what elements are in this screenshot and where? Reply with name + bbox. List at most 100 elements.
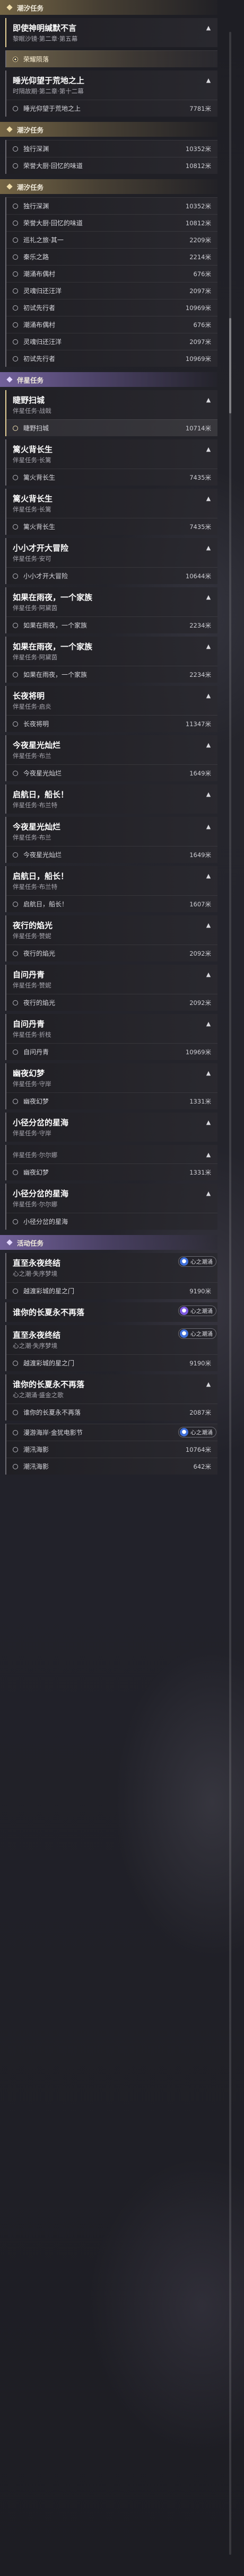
circle-radio-icon[interactable] <box>13 1049 18 1055</box>
circle-radio-icon[interactable] <box>13 1409 18 1415</box>
chevron-up-icon[interactable]: ▲ <box>205 823 212 831</box>
quest-card[interactable]: 如果在雨夜，一个家族 伴星任务·阿黛茵 ▲ 如果在雨夜，一个家族 2234米 <box>5 587 217 633</box>
quest-card[interactable]: 启航日，船长！ 伴星任务·布兰特 ▲ <box>5 784 217 814</box>
quest-step-row[interactable]: 今夜星光灿烂 1649米 <box>6 764 217 781</box>
chevron-up-icon[interactable]: ▲ <box>205 1119 212 1126</box>
quest-card[interactable]: 自问丹青 伴星任务·折枝 ▲ 自问丹青 10969米 <box>5 1014 217 1060</box>
quest-card[interactable]: 今夜星光灿烂 伴星任务·布兰 ▲ 今夜星光灿烂 1649米 <box>5 735 217 781</box>
quest-card-header[interactable]: 幽夜幻梦 伴星任务·守岸 ▲ <box>6 1063 217 1092</box>
quest-card-header[interactable]: 夜行的焰光 伴星任务·赞妮 ▲ <box>6 915 217 945</box>
circle-radio-icon[interactable] <box>13 770 18 776</box>
group-header[interactable]: 伴星任务 <box>0 372 217 387</box>
chevron-up-icon[interactable]: ▲ <box>205 446 212 453</box>
chevron-up-icon[interactable]: ▲ <box>205 1070 212 1077</box>
quest-card-header[interactable]: 自问丹青 伴星任务·赞妮 ▲ <box>6 965 217 994</box>
quest-step-row[interactable]: 如果在雨夜，一个家族 2234米 <box>6 666 217 683</box>
quest-step-row[interactable]: 睡光仰望于荒地之上 7781米 <box>6 100 217 117</box>
circle-radio-icon[interactable] <box>13 721 18 727</box>
circle-radio-icon[interactable] <box>13 146 18 152</box>
chevron-up-icon[interactable]: ▲ <box>205 1381 212 1388</box>
group-header[interactable]: 潮汐任务 <box>0 122 217 137</box>
quest-step-row[interactable]: 今夜星光灿烂 1649米 <box>6 846 217 863</box>
quest-card-header[interactable]: 睡光仰望于荒地之上 时隔故期·第二章·第十二幕 ▲ <box>6 70 217 100</box>
quest-step-row[interactable]: 如果在雨夜，一个家族 2234米 <box>6 616 217 633</box>
quest-card-header[interactable]: 今夜星光灿烂 伴星任务·布兰 ▲ <box>6 735 217 764</box>
circle-radio-icon[interactable] <box>13 1169 18 1175</box>
circle-radio-icon[interactable] <box>13 163 18 169</box>
chevron-up-icon[interactable]: ▲ <box>205 742 212 749</box>
circle-radio-icon[interactable] <box>13 237 18 243</box>
quest-card[interactable]: 独行深渊 10352米 荣誉大厨·回忆的味道 10812米 <box>5 140 217 174</box>
circle-radio-icon[interactable] <box>13 220 18 226</box>
quest-step-row[interactable]: 荣耀陨落 <box>6 50 217 67</box>
quest-card-header[interactable]: 篱火背长生 伴星任务·长篱 ▲ <box>6 439 217 469</box>
quest-step-row[interactable]: 潮涌布偶村 676米 <box>6 316 217 333</box>
circle-radio-icon[interactable] <box>13 1000 18 1005</box>
quest-step-row[interactable]: 独行深渊 10352米 <box>6 197 217 214</box>
circle-radio-icon[interactable] <box>13 1098 18 1104</box>
circle-radio-icon[interactable] <box>13 288 18 294</box>
circle-radio-icon[interactable] <box>13 672 18 677</box>
circle-radio-icon[interactable] <box>13 425 18 431</box>
circle-radio-icon[interactable] <box>13 1463 18 1469</box>
scrollbar-thumb[interactable] <box>229 318 231 413</box>
quest-step-row[interactable]: 睫野扫城 10714米 <box>6 419 217 436</box>
quest-step-row[interactable]: 荣誉大厨·回忆的味道 10812米 <box>6 214 217 231</box>
quest-card[interactable]: 自问丹青 伴星任务·赞妮 ▲ 夜行的焰光 2092米 <box>5 965 217 1011</box>
quest-card[interactable]: 伴星任务·尔尔娜 ▲ 幽夜幻梦 1331米 <box>5 1145 217 1180</box>
quest-step-row[interactable]: 越渡彩城的星之门 9190米 <box>6 1354 217 1371</box>
quest-step-row[interactable]: 小径分岔的星海 <box>6 1213 217 1230</box>
quest-card-header[interactable]: 篱火背长生 伴星任务·长篱 ▲ <box>6 489 217 518</box>
quest-card-header[interactable]: 小径分岔的星海 伴星任务·守岸 ▲ <box>6 1113 217 1142</box>
quest-card[interactable]: 小径分岔的星海 伴星任务·尔尔娜 ▲ 小径分岔的星海 <box>5 1184 217 1230</box>
chevron-up-icon[interactable]: ▲ <box>205 594 212 601</box>
group-header[interactable]: 活动任务 <box>0 1235 217 1250</box>
circle-radio-icon[interactable] <box>13 1288 18 1294</box>
quest-step-row[interactable]: 独行深渊 10352米 <box>6 140 217 157</box>
quest-card-header[interactable]: 启航日，船长！ 伴星任务·布兰特 ▲ <box>6 866 217 895</box>
quest-card[interactable]: 荣耀陨落 <box>5 50 217 67</box>
circle-radio-icon[interactable] <box>13 271 18 277</box>
event-tag[interactable]: ● 心之潮涌 <box>178 1256 216 1267</box>
circle-radio-icon[interactable] <box>13 1219 18 1224</box>
quest-step-row[interactable]: 荣誉大厨·回忆的味道 10812米 <box>6 157 217 174</box>
chevron-up-icon[interactable]: ▲ <box>205 872 212 880</box>
circle-radio-icon[interactable] <box>13 1446 18 1452</box>
quest-card[interactable]: 篱火背长生 伴星任务·长篱 ▲ 篱火背长生 7435米 <box>5 489 217 535</box>
quest-step-row[interactable]: 幽夜幻梦 1331米 <box>6 1092 217 1109</box>
quest-card[interactable]: 直至永夜终结心之潮·失序梦境▲●心之潮涌越渡彩城的星之门9190米 <box>5 1325 217 1371</box>
circle-radio-icon[interactable] <box>13 56 18 62</box>
circle-radio-icon[interactable] <box>13 950 18 956</box>
quest-card[interactable]: 小小才开大冒险 伴星任务·安可 ▲ 小小才开大冒险 10644米 <box>5 538 217 584</box>
circle-radio-icon[interactable] <box>13 105 18 111</box>
quest-card-header[interactable]: 谁你的长夏永不再落 心之潮涌·盛金之歌 ▲ <box>6 1374 217 1404</box>
chevron-up-icon[interactable]: ▲ <box>205 1020 212 1028</box>
quest-step-row[interactable]: 初试先行者 10969米 <box>6 350 217 367</box>
quest-card-header[interactable]: 即使神明缄默不言 黎眠沙镜·第二章·第五幕 ▲ <box>6 18 217 47</box>
chevron-up-icon[interactable]: ▲ <box>205 692 212 700</box>
circle-radio-icon[interactable] <box>13 322 18 328</box>
quest-step-row[interactable]: 夜行的焰光 2092米 <box>6 994 217 1011</box>
circle-radio-icon[interactable] <box>13 524 18 530</box>
circle-radio-icon[interactable] <box>13 573 18 579</box>
chevron-up-icon[interactable]: ▲ <box>205 495 212 502</box>
quest-step-row[interactable]: 潮汛海影 10764米 <box>6 1441 217 1458</box>
quest-step-row[interactable]: 小小才开大冒险 10644米 <box>6 567 217 584</box>
circle-radio-icon[interactable] <box>13 622 18 628</box>
quest-card[interactable]: ●心之潮涌漫游海岸·金犹电影节9190米潮汛海影10764米潮汛海影642米 <box>5 1424 217 1475</box>
circle-radio-icon[interactable] <box>13 339 18 345</box>
event-tag[interactable]: ● 心之潮涌 <box>178 1427 216 1437</box>
circle-radio-icon[interactable] <box>13 254 18 260</box>
quest-step-row[interactable]: 篱火背长生 7435米 <box>6 469 217 486</box>
chevron-up-icon[interactable]: ▲ <box>205 24 212 32</box>
quest-step-row[interactable]: 潮汛海影 642米 <box>6 1458 217 1475</box>
quest-card-header[interactable]: 今夜星光灿烂 伴星任务·布兰 ▲ <box>6 817 217 846</box>
quest-card[interactable]: 篱火背长生 伴星任务·长篱 ▲ 篱火背长生 7435米 <box>5 439 217 486</box>
quest-card[interactable]: 谁你的长夏永不再落▲●心之潮涌 <box>5 1302 217 1322</box>
quest-card-header[interactable]: 伴星任务·尔尔娜 ▲ <box>6 1145 217 1163</box>
quest-card[interactable]: 今夜星光灿烂 伴星任务·布兰 ▲ 今夜星光灿烂 1649米 <box>5 817 217 863</box>
chevron-up-icon[interactable]: ▲ <box>205 971 212 978</box>
quest-card-header[interactable]: 小径分岔的星海 伴星任务·尔尔娜 ▲ <box>6 1184 217 1213</box>
chevron-up-icon[interactable]: ▲ <box>205 1190 212 1197</box>
chevron-up-icon[interactable]: ▲ <box>205 396 212 404</box>
